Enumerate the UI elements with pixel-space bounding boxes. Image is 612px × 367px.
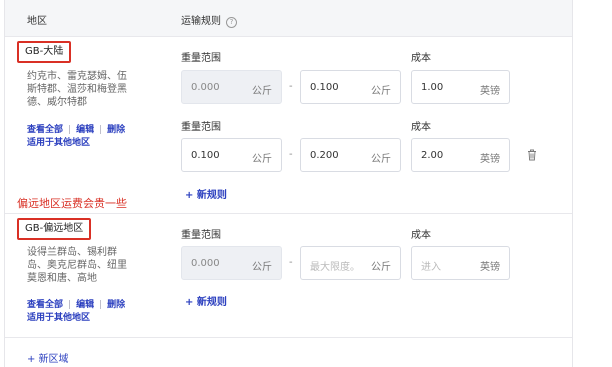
max-weight-value: 0.200	[310, 150, 339, 161]
trash-icon[interactable]	[527, 149, 537, 161]
cost-placeholder: 进入	[421, 262, 441, 273]
cost-value: 1.00	[421, 82, 444, 93]
cost-value: 2.00	[421, 150, 444, 161]
min-weight-field: 0.000 公斤	[181, 70, 282, 104]
cost-label: 成本	[411, 53, 431, 64]
region-links-mainland: 查看全部 | 编辑 | 删除	[27, 125, 126, 135]
min-weight-field[interactable]: 0.100 公斤	[181, 138, 282, 172]
add-rule-button[interactable]: + 新规则	[185, 186, 227, 201]
table-header: 地区 运输规则?	[5, 0, 572, 37]
range-dash: -	[289, 257, 293, 268]
region-desc-line: 莫恩和唐、高地	[27, 273, 97, 284]
row-divider	[5, 337, 572, 338]
region-desc-remote: 设得兰群岛、锡利群 岛、奥克尼群岛、纽里 莫恩和唐、高地	[27, 246, 145, 285]
weight-range-label: 重量范围	[181, 53, 221, 64]
add-region-button[interactable]: + 新区域	[27, 350, 69, 365]
region-desc-line: 斯特郡、温莎和梅登黑	[27, 84, 127, 95]
header-rules-label: 运输规则?	[181, 12, 237, 28]
region-links-remote: 查看全部 | 编辑 | 删除	[27, 300, 126, 310]
max-weight-value: 0.100	[310, 82, 339, 93]
edit-link[interactable]: 编辑	[76, 300, 94, 310]
help-icon[interactable]: ?	[226, 17, 237, 28]
region-desc-line: 德、威尔特郡	[27, 97, 87, 108]
region-name-remote: GB-偏远地区	[17, 218, 92, 240]
apply-to-other-regions-link[interactable]: 适用于其他地区	[27, 310, 90, 323]
min-weight-value: 0.000	[191, 82, 220, 93]
max-weight-unit: 公斤	[371, 262, 391, 273]
region-desc-line: 岛、奥克尼群岛、纽里	[27, 260, 127, 271]
delete-link[interactable]: 删除	[107, 300, 125, 310]
header-rules-text: 运输规则	[181, 16, 221, 27]
view-all-link[interactable]: 查看全部	[27, 125, 63, 135]
range-dash: -	[289, 149, 293, 160]
apply-to-other-regions-link[interactable]: 适用于其他地区	[27, 135, 90, 148]
max-weight-field[interactable]: 最大限度。 公斤	[300, 246, 401, 280]
delete-link[interactable]: 删除	[107, 125, 125, 135]
max-weight-field[interactable]: 0.200 公斤	[300, 138, 401, 172]
min-weight-unit: 公斤	[252, 86, 272, 97]
min-weight-unit: 公斤	[252, 262, 272, 273]
cost-label: 成本	[411, 230, 431, 241]
edit-link[interactable]: 编辑	[76, 125, 94, 135]
header-region-label: 地区	[27, 16, 47, 27]
min-weight-unit: 公斤	[252, 154, 272, 165]
min-weight-value: 0.000	[191, 258, 220, 269]
max-weight-unit: 公斤	[371, 154, 391, 165]
cost-field[interactable]: 2.00 英镑	[411, 138, 510, 172]
cost-unit: 英镑	[480, 86, 500, 97]
cost-unit: 英镑	[480, 262, 500, 273]
region-desc-line: 约克市、雷克瑟姆、伍	[27, 71, 127, 82]
weight-range-label: 重量范围	[181, 230, 221, 241]
min-weight-value: 0.100	[191, 150, 220, 161]
shipping-rules-panel: 地区 运输规则? GB-大陆 约克市、雷克瑟姆、伍 斯特郡、温莎和梅登黑 德、威…	[4, 0, 573, 367]
annotation-text: 偏远地区运费会贵一些	[17, 197, 127, 210]
cost-label: 成本	[411, 122, 431, 133]
max-weight-placeholder: 最大限度。	[310, 262, 360, 273]
region-desc-mainland: 约克市、雷克瑟姆、伍 斯特郡、温莎和梅登黑 德、威尔特郡	[27, 70, 145, 109]
add-rule-button[interactable]: + 新规则	[185, 293, 227, 308]
min-weight-field: 0.000 公斤	[181, 246, 282, 280]
cost-field[interactable]: 1.00 英镑	[411, 70, 510, 104]
max-weight-field[interactable]: 0.100 公斤	[300, 70, 401, 104]
weight-range-label: 重量范围	[181, 122, 221, 133]
region-desc-line: 设得兰群岛、锡利群	[27, 247, 117, 258]
max-weight-unit: 公斤	[371, 86, 391, 97]
row-divider	[5, 213, 572, 214]
view-all-link[interactable]: 查看全部	[27, 300, 63, 310]
cost-field[interactable]: 进入 英镑	[411, 246, 510, 280]
cost-unit: 英镑	[480, 154, 500, 165]
region-name-mainland: GB-大陆	[17, 41, 72, 63]
range-dash: -	[289, 81, 293, 92]
